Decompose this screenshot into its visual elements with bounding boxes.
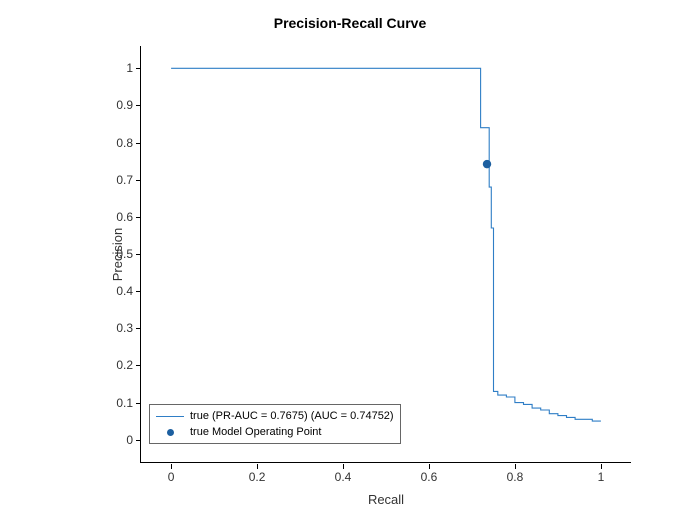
axes: 00.20.40.60.81 00.10.20.30.40.50.60.70.8… bbox=[140, 46, 631, 463]
legend-label: true Model Operating Point bbox=[190, 424, 321, 440]
legend: true (PR-AUC = 0.7675) (AUC = 0.74752) t… bbox=[149, 404, 401, 444]
line-icon bbox=[156, 416, 184, 417]
legend-entry: true (PR-AUC = 0.7675) (AUC = 0.74752) bbox=[156, 408, 394, 424]
x-axis-label: Recall bbox=[141, 492, 631, 507]
plot-area bbox=[141, 46, 631, 462]
legend-entry: true Model Operating Point bbox=[156, 424, 394, 440]
y-axis-label: Precision bbox=[91, 46, 144, 462]
legend-label: true (PR-AUC = 0.7675) (AUC = 0.74752) bbox=[190, 408, 394, 424]
marker-icon bbox=[156, 429, 184, 436]
figure: Precision-Recall Curve 00.20.40.60.81 00… bbox=[0, 0, 700, 525]
chart-title: Precision-Recall Curve bbox=[0, 15, 700, 31]
